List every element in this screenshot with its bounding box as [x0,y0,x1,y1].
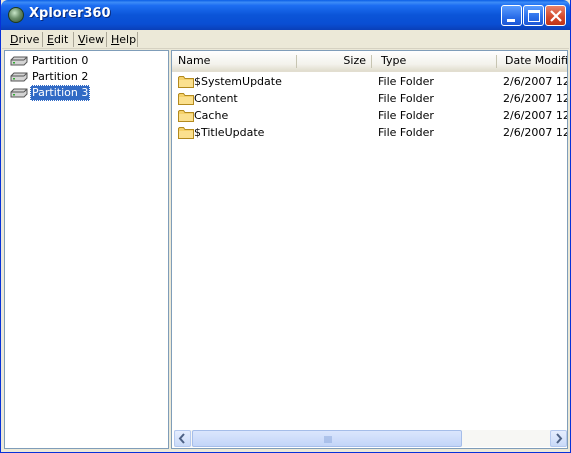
list-header: Name Size Type Date Modifie [172,51,567,72]
column-header-label: Size [343,54,366,67]
drive-icon [10,72,28,82]
maximize-button[interactable] [523,5,544,26]
minimize-button[interactable] [501,5,522,26]
cell-date: 2/6/2007 12: [503,92,567,105]
cell-size [297,90,366,107]
menu-separator [137,32,138,47]
folder-icon [178,127,194,139]
menu-edit[interactable]: Edit [44,32,71,47]
scroll-left-button[interactable] [174,430,191,447]
cell-type: File Folder [378,75,434,88]
cell-name: Content [194,92,238,105]
close-button[interactable] [545,5,566,26]
cell-date: 2/6/2007 12: [503,75,567,88]
cell-type: File Folder [378,109,434,122]
table-row[interactable]: Cache File Folder 2/6/2007 12: [172,107,567,124]
cell-size [297,107,366,124]
arrow-right-icon [556,433,563,444]
menu-edit-accel: E [47,33,54,46]
table-row[interactable]: Content File Folder 2/6/2007 12: [172,90,567,107]
app-icon[interactable] [8,7,24,23]
menu-bar: Drive Edit View Help [2,30,569,49]
drive-icon [10,56,28,66]
cell-type: File Folder [378,92,434,105]
folder-icon [178,93,194,105]
menu-drive-label: rive [18,33,40,46]
horizontal-scrollbar[interactable] [174,430,567,447]
column-header-label: Type [381,54,407,67]
column-header-date[interactable]: Date Modifie [497,51,568,71]
menu-view[interactable]: View [75,32,107,47]
arrow-left-icon [178,433,185,444]
menu-help[interactable]: Help [108,32,139,47]
scroll-thumb[interactable] [192,430,462,447]
grip-icon [324,436,332,443]
menu-drive[interactable]: Drive [7,32,42,47]
minimize-icon [507,19,515,22]
folder-icon [178,76,194,88]
scroll-right-button[interactable] [550,430,567,447]
partition-tree[interactable]: Partition 0 Partition 2 Partition 3 [4,50,169,449]
cell-name: $TitleUpdate [194,126,265,139]
maximize-icon [528,10,540,22]
title-bar[interactable]: Xplorer360 [1,0,570,30]
cell-date: 2/6/2007 12: [503,109,567,122]
column-header-name[interactable]: Name [172,51,297,71]
menu-edit-label: dit [53,33,69,46]
cell-date: 2/6/2007 12: [503,126,567,139]
cell-size [297,124,366,141]
table-row[interactable]: $SystemUpdate File Folder 2/6/2007 12: [172,73,567,90]
menu-help-label: elp [119,33,137,46]
cell-name: $SystemUpdate [194,75,282,88]
cell-name: Cache [194,109,229,122]
column-header-label: Name [178,54,211,67]
app-window: Xplorer360 Drive Edit View Help Partitio… [0,0,571,453]
menu-view-label: iew [85,33,105,46]
column-header-type[interactable]: Type [372,51,497,71]
tree-item-label: Partition 2 [32,70,89,83]
cell-type: File Folder [378,126,434,139]
menu-separator [42,32,43,47]
column-header-size[interactable]: Size [297,51,372,71]
folder-icon [178,110,194,122]
cell-size [297,73,366,90]
close-icon [550,10,562,22]
table-row[interactable]: $TitleUpdate File Folder 2/6/2007 12: [172,124,567,141]
file-list[interactable]: Name Size Type Date Modifie $SystemUpdat… [171,50,568,449]
menu-separator [73,32,74,47]
menu-separator [106,32,107,47]
window-title: Xplorer360 [29,6,111,21]
drive-icon [10,88,28,98]
column-header-label: Date Modifie [505,54,568,67]
tree-item-label: Partition 3 [30,85,91,101]
tree-item-label: Partition 0 [32,54,89,67]
